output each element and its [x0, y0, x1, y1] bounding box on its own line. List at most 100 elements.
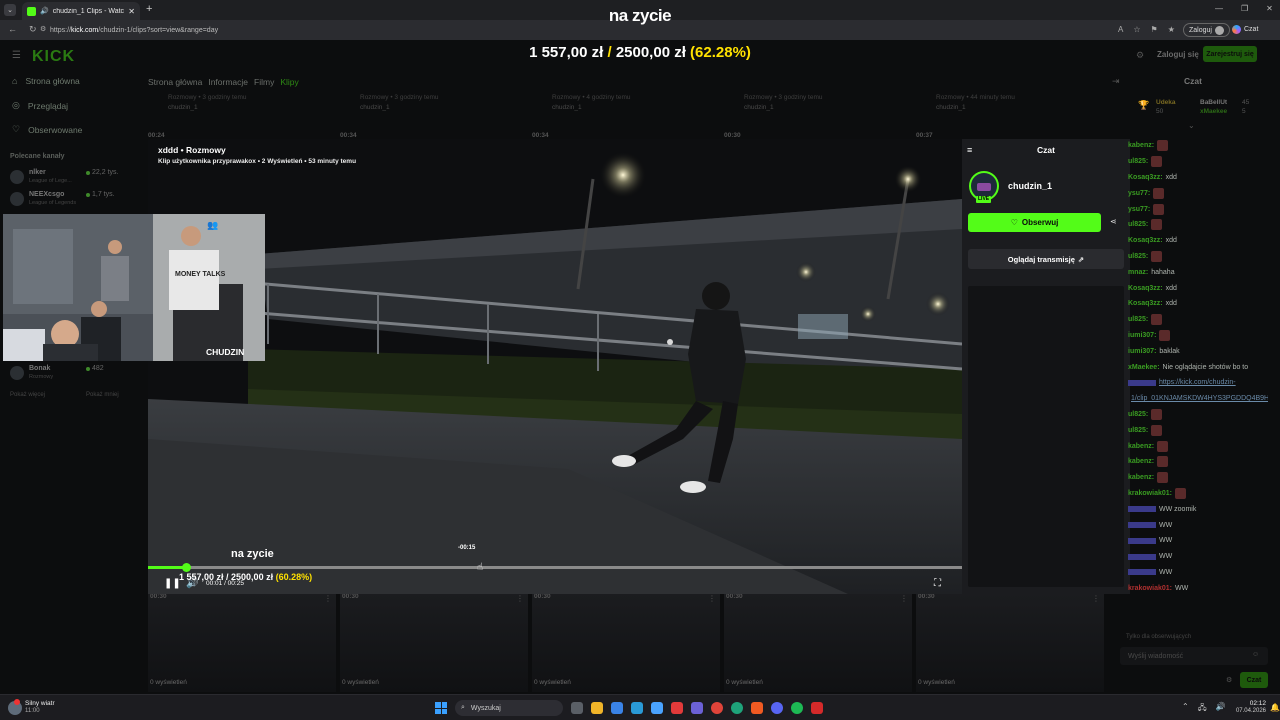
- chat-username[interactable]: Kosaq3zz:: [1128, 285, 1163, 292]
- watch-stream-button[interactable]: Oglądaj transmisję ⇗: [968, 249, 1124, 269]
- store-icon[interactable]: [611, 702, 623, 714]
- translate-icon[interactable]: A: [1118, 25, 1123, 34]
- chat-username[interactable]: kabenz:: [1128, 458, 1154, 465]
- chat-username[interactable]: ul825:: [1128, 158, 1148, 165]
- windows-start-icon[interactable]: [435, 702, 447, 714]
- clip-card[interactable]: Rozmowy • 3 godziny temu chudzin_1 00:30: [724, 91, 912, 139]
- pinned-user-1[interactable]: Udeka: [1156, 99, 1176, 106]
- clip-card[interactable]: Rozmowy • 3 godziny temu chudzin_1 00:34: [340, 91, 528, 139]
- expand-pinned-icon[interactable]: ⌄: [1188, 121, 1195, 130]
- seek-bar[interactable]: [148, 566, 962, 569]
- chat-username[interactable]: ul825:: [1128, 316, 1148, 323]
- chat-username[interactable]: mnaz:: [1128, 269, 1148, 276]
- copilot-app-icon[interactable]: [651, 702, 663, 714]
- chat-username[interactable]: ul825:: [1128, 427, 1148, 434]
- show-less-link[interactable]: Pokaż mniej: [86, 392, 119, 398]
- seek-bar-fill: [148, 566, 187, 569]
- clock-date[interactable]: 07.04.2026: [1228, 708, 1266, 714]
- clock-time[interactable]: 02:12: [1236, 700, 1266, 707]
- clip-card[interactable]: Rozmowy • 3 godziny temu chudzin_1 00:24: [148, 91, 336, 139]
- tab-home[interactable]: Strona główna: [148, 77, 202, 87]
- recommended-channel-item[interactable]: nlker League of Lege... 22,2 tys.: [10, 168, 122, 188]
- chat-text[interactable]: 1/clip_01KNJAMSKDW4HYS3PGDDQ4B9H: [1131, 395, 1268, 402]
- fullscreen-icon[interactable]: ⛶: [934, 578, 941, 589]
- pinned-user-3[interactable]: xMaekee: [1200, 108, 1227, 115]
- sidebar-nav-item[interactable]: ♡ Obserwowane: [12, 124, 82, 135]
- emoji-icon[interactable]: ☺: [1252, 651, 1259, 658]
- spotify-icon[interactable]: [791, 702, 803, 714]
- site-info-icon[interactable]: ⚙: [40, 25, 46, 33]
- chat-username[interactable]: xMaekee:: [1128, 364, 1160, 371]
- more-options-icon[interactable]: ⋮: [516, 594, 524, 603]
- chat-username[interactable]: krakowiak01:: [1128, 585, 1172, 592]
- chat-username[interactable]: ul825:: [1128, 253, 1148, 260]
- settings-gear-icon[interactable]: ⚙: [1136, 50, 1144, 61]
- network-icon[interactable]: 🖧: [1198, 702, 1207, 716]
- chat-username[interactable]: Kosaq3zz:: [1128, 237, 1163, 244]
- chat-username[interactable]: ysu77:: [1128, 206, 1150, 213]
- tab-info[interactable]: Informacje: [208, 77, 248, 87]
- taskbar-search[interactable]: ⌕ Wyszukaj: [455, 700, 563, 716]
- task-view-icon[interactable]: [571, 702, 583, 714]
- tab-clips[interactable]: Klipy: [280, 77, 298, 87]
- notifications-icon[interactable]: 🔔: [1270, 703, 1280, 712]
- pinned-user-2[interactable]: BaBellUt: [1200, 99, 1227, 106]
- signup-button[interactable]: Zarejestruj się: [1203, 46, 1257, 62]
- video-app-icon[interactable]: [671, 702, 683, 714]
- clip-card[interactable]: Rozmowy • 4 godziny temu chudzin_1 00:34: [532, 91, 720, 139]
- recording-app-icon[interactable]: [811, 702, 823, 714]
- chat-username[interactable]: Kosaq3zz:: [1128, 300, 1163, 307]
- chat-settings-icon[interactable]: ⚙: [1226, 676, 1232, 684]
- recommended-channel-item[interactable]: Bonak Rozmowy 482: [10, 364, 122, 384]
- more-options-icon[interactable]: ⋮: [324, 594, 332, 603]
- clip-video-player[interactable]: xddd • Rozmowy Klip użytkownika przypraw…: [148, 139, 962, 594]
- chat-text[interactable]: https://kick.com/chudzin-: [1159, 379, 1236, 386]
- chat-username[interactable]: ysu77:: [1128, 190, 1150, 197]
- favorites-icon[interactable]: ★: [1168, 25, 1175, 34]
- file-explorer-icon[interactable]: [591, 702, 603, 714]
- login-button[interactable]: Zaloguj się: [1157, 50, 1199, 59]
- chat-username[interactable]: iumi307:: [1128, 332, 1156, 339]
- edge-icon[interactable]: [731, 702, 743, 714]
- webcam-overlay: MONEY TALKS 👥 CHUDZIN: [3, 214, 265, 361]
- tab-videos[interactable]: Filmy: [254, 77, 274, 87]
- clip-thumbnail[interactable]: 00:30 0 wyświetleń ⋮: [532, 594, 720, 692]
- extensions-icon[interactable]: ⚑: [1151, 25, 1158, 34]
- clip-thumbnail[interactable]: 00:30 0 wyświetleń ⋮: [148, 594, 336, 692]
- chat-username[interactable]: kabenz:: [1128, 443, 1154, 450]
- more-options-icon[interactable]: ⋮: [1092, 594, 1100, 603]
- brave-icon[interactable]: [751, 702, 763, 714]
- bookmark-star-icon[interactable]: ☆: [1133, 25, 1140, 34]
- chat-send-button[interactable]: Czat: [1240, 672, 1268, 688]
- chat-input[interactable]: Wyślij wiadomość: [1120, 647, 1268, 665]
- clip-thumbnail[interactable]: 00:30 0 wyświetleń ⋮: [340, 594, 528, 692]
- share-icon[interactable]: ⋖: [1110, 217, 1117, 226]
- clip-thumbnail[interactable]: 00:30 0 wyświetleń ⋮: [916, 594, 1104, 692]
- chrome-icon[interactable]: [711, 702, 723, 714]
- more-options-icon[interactable]: ⋮: [900, 594, 908, 603]
- copilot-chat-button[interactable]: Czat: [1232, 25, 1258, 34]
- weather-title[interactable]: Silny wiatr: [25, 700, 55, 707]
- tray-overflow-icon[interactable]: ⌃: [1182, 702, 1189, 716]
- teams-icon[interactable]: [691, 702, 703, 714]
- chat-username[interactable]: kabenz:: [1128, 474, 1154, 481]
- sidebar-nav-item[interactable]: ⌂ Strona główna: [12, 76, 80, 86]
- clip-card[interactable]: Rozmowy • 44 minuty temu chudzin_1 00:37: [916, 91, 1104, 139]
- discord-icon[interactable]: [771, 702, 783, 714]
- follow-button[interactable]: ♡ Obserwuj: [968, 213, 1101, 232]
- clip-thumbnail[interactable]: 00:30 0 wyświetleń ⋮: [724, 594, 912, 692]
- volume-tray-icon[interactable]: 🔊: [1216, 702, 1226, 716]
- mail-icon[interactable]: [631, 702, 643, 714]
- chat-collapse-icon[interactable]: ⇥: [1112, 76, 1120, 87]
- more-options-icon[interactable]: ⋮: [708, 594, 716, 603]
- chat-username[interactable]: Kosaq3zz:: [1128, 174, 1163, 181]
- chat-username[interactable]: kabenz:: [1128, 142, 1154, 149]
- recommended-channel-item[interactable]: NEEXcsgo League of Legends 1,7 tys.: [10, 190, 122, 210]
- sidebar-nav-item[interactable]: ◎ Przeglądaj: [12, 100, 68, 111]
- show-more-link[interactable]: Pokaż więcej: [10, 392, 45, 398]
- chat-username[interactable]: krakowiak01:: [1128, 490, 1172, 497]
- popup-channel-name[interactable]: chudzin_1: [1008, 181, 1052, 191]
- chat-username[interactable]: iumi307:: [1128, 348, 1156, 355]
- chat-username[interactable]: ul825:: [1128, 221, 1148, 228]
- chat-username[interactable]: ul825:: [1128, 411, 1148, 418]
